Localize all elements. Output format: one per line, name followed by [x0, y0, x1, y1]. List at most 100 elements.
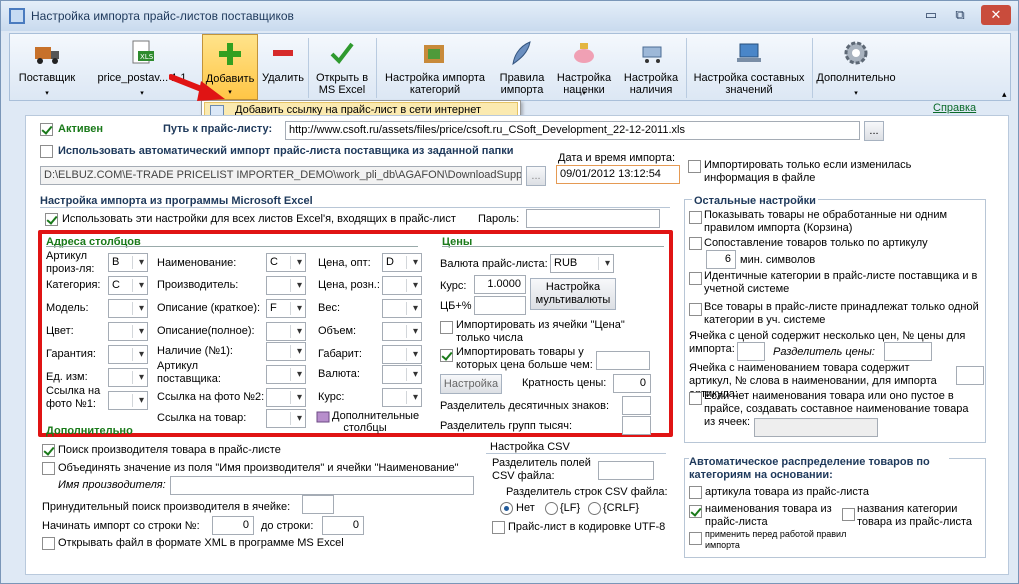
password-input[interactable] [526, 209, 660, 228]
group-sep-input[interactable] [622, 416, 651, 435]
red-arrow-icon [169, 74, 225, 101]
min-price-input[interactable] [596, 351, 650, 370]
composite-name-checkbox[interactable] [689, 392, 702, 405]
supplier-sku-column-select[interactable] [266, 365, 306, 384]
extra-columns-button[interactable]: Дополнительные столбцы [332, 410, 419, 434]
csv-lf-radio[interactable] [545, 502, 558, 515]
restore-button[interactable]: ⧉ [947, 5, 973, 25]
price-multiple-label: Кратность цены: [522, 377, 607, 389]
same-category-checkbox[interactable] [689, 272, 702, 285]
rate-input[interactable]: 1.0000 [474, 275, 526, 294]
volume-column-select[interactable] [382, 322, 422, 341]
min-price-checkbox[interactable] [440, 349, 453, 362]
show-unprocessed-checkbox[interactable] [689, 211, 702, 224]
utf8-checkbox[interactable] [492, 521, 505, 534]
photo1-label: Ссылка на фото №1: [46, 385, 101, 410]
maker-name-input[interactable] [170, 476, 474, 495]
min-chars-input[interactable]: 6 [706, 250, 736, 269]
sku-column-select[interactable]: B [108, 253, 148, 272]
import-rules-button[interactable]: Правила импорта [494, 34, 550, 100]
help-link[interactable]: Справка [933, 102, 976, 114]
composite-values-button[interactable]: Настройка составных значений [688, 34, 810, 100]
decimal-sep-input[interactable] [622, 396, 651, 415]
force-maker-input[interactable] [302, 495, 334, 514]
folder-path-input[interactable]: D:\ELBUZ.COM\E-TRADE PRICELIST IMPORTER_… [40, 166, 522, 185]
close-button[interactable]: ✕ [981, 5, 1011, 25]
more-button[interactable]: Дополнительно ▾ [814, 34, 898, 100]
stock-button[interactable]: Настройка наличия [618, 34, 684, 100]
word-number-input[interactable] [956, 366, 984, 385]
match-sku-checkbox[interactable] [689, 237, 702, 250]
price-sep-input[interactable] [884, 342, 932, 361]
auto-sku-checkbox[interactable] [689, 486, 702, 499]
photo2-column-select[interactable] [266, 388, 306, 407]
merge-maker-checkbox[interactable] [42, 462, 55, 475]
price-opt-column-select[interactable]: D [382, 253, 422, 272]
start-row-input[interactable]: 0 [212, 516, 254, 535]
csv-field-sep-input[interactable] [598, 461, 654, 480]
markup-button[interactable]: Настройка наценки ▾ [552, 34, 616, 100]
only-changed-label: Импортировать только если изменилась инф… [704, 159, 912, 184]
browse-path-button[interactable]: ... [864, 121, 884, 141]
open-excel-button[interactable]: Открыть в MS Excel [310, 34, 374, 100]
currency-column-select[interactable] [382, 365, 422, 384]
avail-column-select[interactable] [266, 342, 306, 361]
one-category-label: Все товары в прайс-листе принадлежат тол… [704, 301, 979, 326]
find-maker-label: Поиск производителя товара в прайс-листе [58, 444, 281, 456]
csv-crlf-label: {CRLF} [603, 502, 640, 514]
minus-icon [273, 50, 293, 56]
minimize-button[interactable]: ▭ [918, 5, 944, 25]
auto-category-checkbox[interactable] [842, 508, 855, 521]
one-category-checkbox[interactable] [689, 303, 702, 316]
model-column-select[interactable] [108, 299, 148, 318]
show-unprocessed-label: Показывать товары не обработанные ни одн… [704, 209, 948, 234]
numbers-only-checkbox[interactable] [440, 321, 453, 334]
active-checkbox[interactable] [40, 123, 53, 136]
size-label: Габарит: [318, 348, 362, 360]
csv-none-radio[interactable] [500, 502, 513, 515]
category-import-button[interactable]: Настройка импорта категорий [378, 34, 492, 100]
composite-cells-input[interactable] [754, 418, 878, 437]
desc-short-column-select[interactable]: F [266, 299, 306, 318]
color-column-select[interactable] [108, 322, 148, 341]
import-datetime-input[interactable]: 09/01/2012 13:12:54 [556, 165, 680, 184]
find-maker-checkbox[interactable] [42, 444, 55, 457]
product-link-label: Ссылка на товар: [157, 412, 247, 424]
ribbon-collapse-button[interactable]: ▴ [1002, 88, 1007, 101]
price-setup-button[interactable]: Настройка [440, 374, 502, 394]
price-currency-select[interactable]: RUB [550, 254, 614, 273]
product-link-column-select[interactable] [266, 409, 306, 428]
ribbon-toolbar: Поставщик ▾ XLS price_postav... 1 1 ▾ Доба… [9, 33, 1011, 101]
apply-before-rules-checkbox[interactable] [689, 532, 702, 545]
auto-distribution-title: Автоматическое распределение товаров по … [689, 456, 949, 482]
cb-percent-input[interactable] [474, 296, 526, 315]
size-column-select[interactable] [382, 345, 422, 364]
auto-import-checkbox[interactable] [40, 145, 53, 158]
price-path-input[interactable]: http://www.csoft.ru/assets/files/price/c… [285, 121, 860, 140]
folders-icon [424, 45, 444, 63]
only-changed-checkbox[interactable] [688, 160, 701, 173]
end-row-input[interactable]: 0 [322, 516, 364, 535]
remove-button[interactable]: Удалить [260, 34, 306, 100]
multicurrency-button[interactable]: Настройка мультивалюты [530, 278, 616, 310]
use-all-sheets-checkbox[interactable] [45, 213, 58, 226]
maker-column-select[interactable] [266, 276, 306, 295]
auto-name-checkbox[interactable] [689, 505, 702, 518]
photo1-column-select[interactable] [108, 391, 148, 410]
rate-column-select[interactable] [382, 388, 422, 407]
open-xml-checkbox[interactable] [42, 537, 55, 550]
price-multiple-input[interactable]: 0 [613, 374, 651, 393]
price-number-input[interactable] [737, 342, 765, 361]
supplier-button[interactable]: Поставщик ▾ [14, 34, 80, 100]
warranty-column-select[interactable] [108, 345, 148, 364]
browse-folder-button[interactable]: ... [526, 166, 546, 186]
desc-full-column-select[interactable] [266, 322, 306, 341]
group-sep-label: Разделитель групп тысяч: [440, 420, 573, 432]
unit-column-select[interactable] [108, 368, 148, 387]
weight-column-select[interactable] [382, 299, 422, 318]
price-retail-column-select[interactable] [382, 276, 422, 295]
csv-crlf-radio[interactable] [588, 502, 601, 515]
name-column-select[interactable]: C [266, 253, 306, 272]
desc-short-label: Описание (краткое): [157, 302, 261, 314]
category-column-select[interactable]: C [108, 276, 148, 295]
